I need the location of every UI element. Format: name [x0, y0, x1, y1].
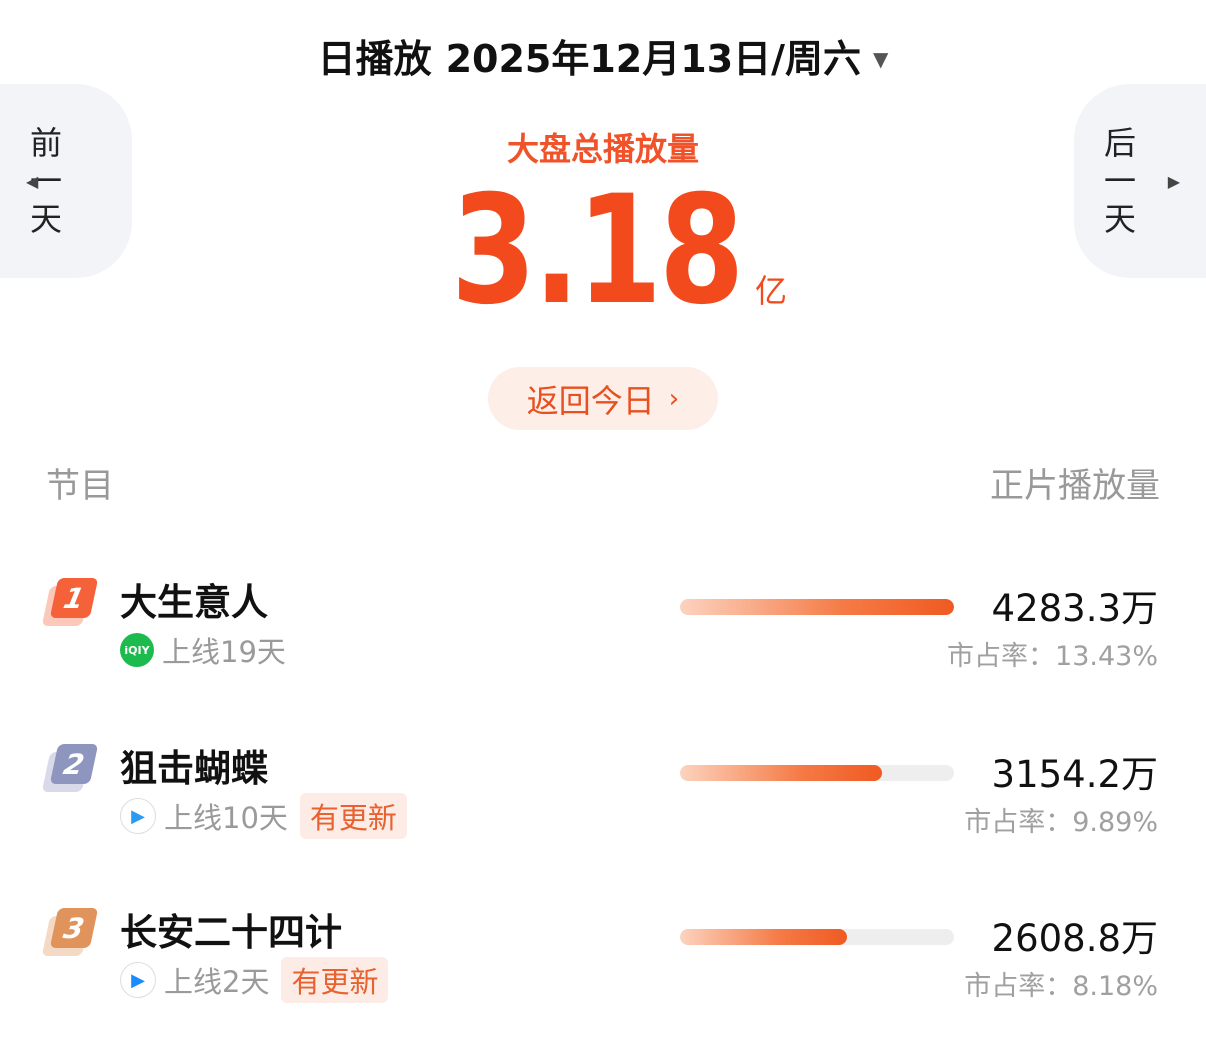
- platform-icon-text: iQIY: [124, 643, 150, 657]
- rank-badge: 1: [41, 578, 99, 626]
- show-meta: ▶ 上线10天 有更新: [120, 793, 407, 839]
- plays-bar-track: [680, 599, 954, 615]
- total-plays: 3.18 亿: [0, 176, 1206, 326]
- online-days: 上线10天: [164, 801, 288, 835]
- plays-bar-fill: [680, 599, 954, 615]
- update-badge: 有更新: [299, 793, 407, 839]
- date-label: 2025年12月13日/周六: [445, 37, 862, 81]
- market-share: 市占率：9.89%: [964, 807, 1158, 838]
- chevron-right-icon: ›: [668, 383, 680, 414]
- list-item[interactable]: 3 长安二十四计 ▶ 上线2天 有更新 2608.8万 市占率：8.18%: [0, 902, 1206, 1022]
- back-to-today-label: 返回今日: [526, 381, 655, 420]
- rank-badge: 2: [41, 744, 99, 792]
- column-header-plays: 正片播放量: [990, 466, 1160, 506]
- market-share: 市占率：8.18%: [964, 971, 1158, 1002]
- show-meta: ▶ 上线2天 有更新: [120, 957, 389, 1003]
- market-share: 市占率：13.43%: [947, 641, 1158, 672]
- plays-bar-track: [680, 765, 954, 781]
- show-title: 狙击蝴蝶: [120, 747, 268, 790]
- iqiyi-icon: iQIY: [120, 633, 154, 667]
- online-days: 上线19天: [162, 635, 286, 669]
- plays-bar-track: [680, 929, 954, 945]
- caret-down-icon: ▼: [873, 47, 889, 71]
- plays-value: 2608.8万: [991, 917, 1158, 960]
- rank-number: 2: [49, 744, 99, 784]
- youku-icon: ▶: [120, 962, 156, 998]
- total-plays-unit: 亿: [755, 272, 788, 310]
- plays-bar-fill: [680, 765, 882, 781]
- show-meta: iQIY 上线19天: [120, 628, 286, 672]
- list-item[interactable]: 1 大生意人 iQIY 上线19天 4283.3万市占率：13.43%: [0, 572, 1206, 692]
- update-badge: 有更新: [281, 957, 389, 1003]
- show-title: 大生意人: [120, 581, 268, 624]
- mode-label: 日播放: [317, 37, 432, 81]
- tencent-video-icon: ▶: [120, 798, 156, 834]
- total-plays-value: 3.18: [450, 164, 745, 338]
- show-title: 长安二十四计: [120, 911, 342, 954]
- plays-bar-fill: [680, 929, 847, 945]
- online-days: 上线2天: [164, 965, 270, 999]
- back-to-today-button[interactable]: 返回今日 ›: [488, 367, 718, 430]
- column-header-program: 节目: [46, 466, 114, 506]
- rank-number: 3: [49, 908, 99, 948]
- rank-badge: 3: [41, 908, 99, 956]
- date-selector[interactable]: 日播放 2025年12月13日/周六 ▼: [0, 28, 1206, 83]
- list-item[interactable]: 2 狙击蝴蝶 ▶ 上线10天 有更新 3154.2万 市占率：9.89%: [0, 738, 1206, 858]
- rank-number: 1: [49, 578, 99, 618]
- plays-value: 4283.3万: [991, 587, 1158, 630]
- plays-value: 3154.2万: [991, 753, 1158, 796]
